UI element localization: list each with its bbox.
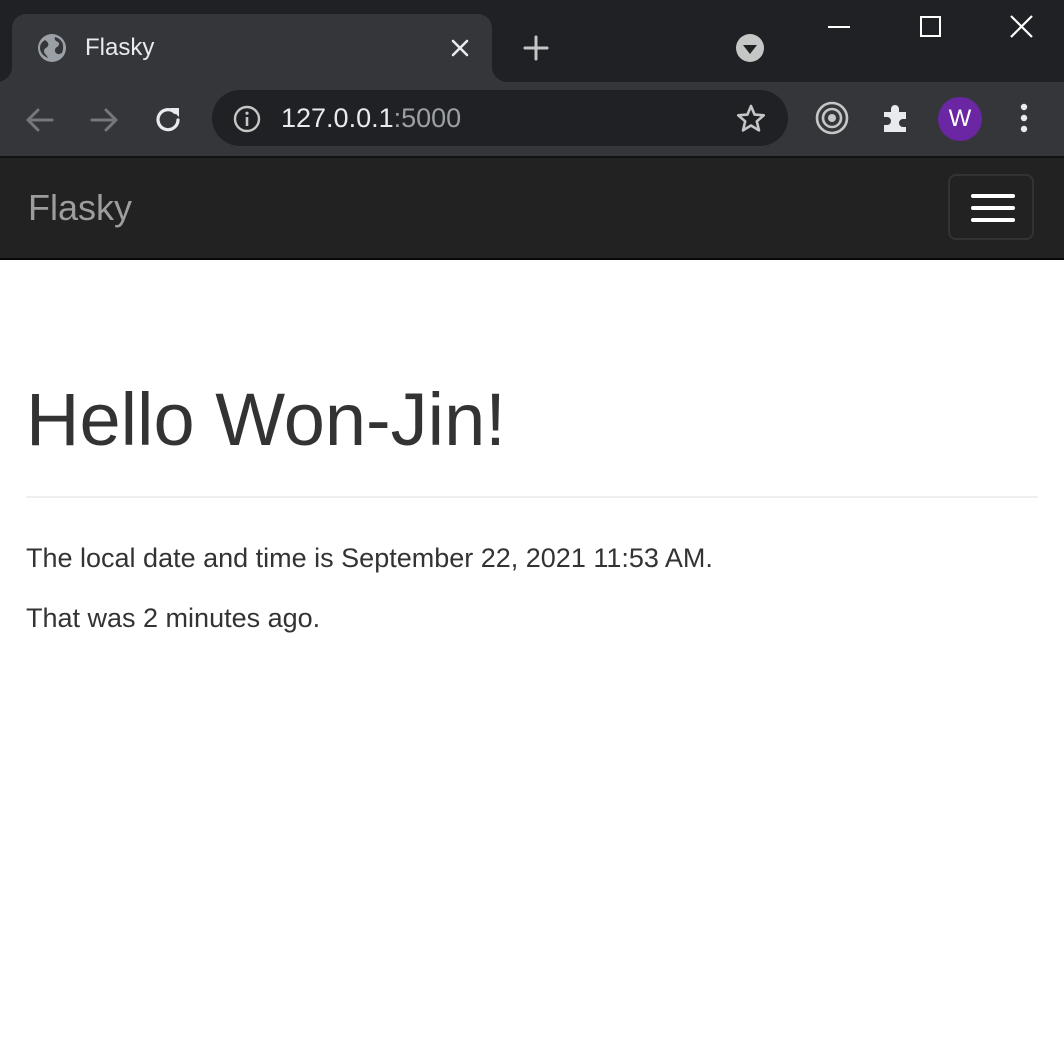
- reload-icon[interactable]: [148, 100, 188, 140]
- forward-arrow-icon[interactable]: [84, 100, 124, 140]
- close-window-icon[interactable]: [999, 8, 1045, 46]
- browser-tab-strip: Flasky: [0, 0, 1064, 82]
- profile-avatar[interactable]: W: [938, 97, 982, 141]
- navbar-brand-link[interactable]: Flasky: [28, 188, 132, 228]
- site-navbar: Flasky: [0, 158, 1064, 260]
- relative-time-text: That was 2 minutes ago.: [26, 603, 321, 633]
- tab-search-dropdown-icon[interactable]: [734, 32, 766, 64]
- extensions-puzzle-icon[interactable]: [876, 98, 916, 138]
- bookmark-star-icon[interactable]: [734, 102, 768, 136]
- close-tab-icon[interactable]: [448, 36, 472, 60]
- back-arrow-icon[interactable]: [20, 100, 60, 140]
- navbar-toggle-button[interactable]: [948, 174, 1034, 240]
- url-host: 127.0.0.1: [281, 103, 394, 133]
- hamburger-icon-bar: [971, 206, 1015, 210]
- maximize-window-icon[interactable]: [907, 8, 953, 46]
- site-info-icon[interactable]: [232, 104, 262, 134]
- hamburger-icon-bar: [971, 218, 1015, 222]
- new-tab-plus-icon[interactable]: [520, 32, 552, 64]
- browser-tab-active[interactable]: Flasky: [0, 14, 508, 82]
- browser-toolbar: 127.0.0.1:5000 W: [0, 82, 1064, 156]
- greeting-heading: Hello Won-Jin!: [26, 378, 506, 461]
- globe-icon: [38, 34, 66, 62]
- local-time-text: The local date and time is September 22,…: [26, 543, 713, 573]
- google-lens-icon[interactable]: [812, 98, 852, 138]
- browser-menu-icon[interactable]: [1004, 98, 1044, 138]
- minimize-window-icon[interactable]: [816, 8, 862, 46]
- url-text: 127.0.0.1:5000: [281, 103, 461, 133]
- url-port: :5000: [393, 103, 462, 133]
- address-bar[interactable]: 127.0.0.1:5000: [212, 90, 788, 146]
- hamburger-icon: [971, 194, 1015, 198]
- tab-title: Flasky: [85, 34, 155, 61]
- page-header: Hello Won-Jin!: [26, 378, 1038, 498]
